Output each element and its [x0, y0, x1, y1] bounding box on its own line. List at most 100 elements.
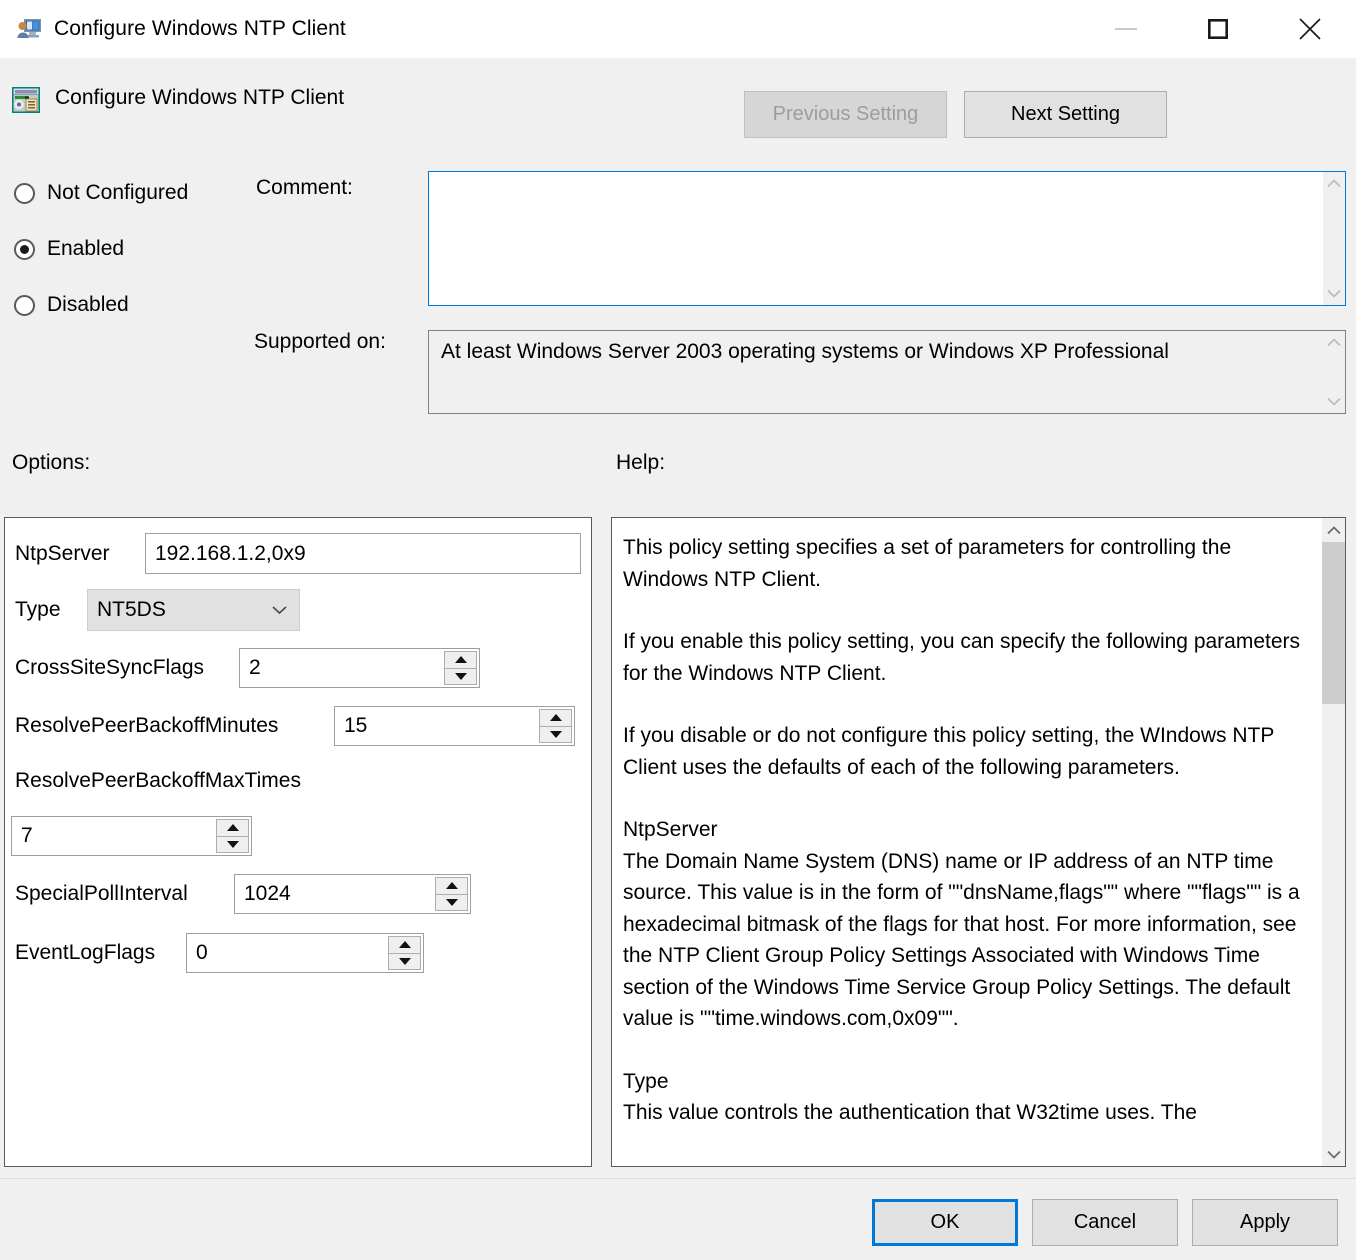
radio-indicator — [14, 239, 35, 260]
resolvepeerbackoffminutes-stepper[interactable]: 15 — [334, 706, 575, 746]
option-type: Type NT5DS — [15, 589, 300, 631]
help-paragraph: If you disable or do not configure this … — [623, 720, 1308, 783]
chevron-down-icon — [1327, 1150, 1341, 1159]
radio-label: Not Configured — [47, 181, 188, 205]
comment-value[interactable] — [429, 172, 1323, 305]
stepper-up-button[interactable] — [388, 936, 421, 954]
stepper-down-button[interactable] — [435, 895, 468, 912]
comment-scrollbar[interactable] — [1323, 172, 1345, 305]
option-ntpserver: NtpServer 192.168.1.2,0x9 — [15, 533, 581, 574]
apply-button[interactable]: Apply — [1192, 1199, 1338, 1246]
help-paragraph: This policy setting specifies a set of p… — [623, 532, 1308, 595]
title-bar: Configure Windows NTP Client — [0, 0, 1356, 58]
resolvepeerbackoffminutes-label: ResolvePeerBackoffMinutes — [15, 714, 324, 738]
help-scrollbar[interactable] — [1322, 518, 1345, 1166]
comment-textarea[interactable] — [428, 171, 1346, 306]
crosssitesyncflags-label: CrossSiteSyncFlags — [15, 656, 229, 680]
footer-divider — [0, 1178, 1356, 1179]
stepper-buttons — [216, 819, 249, 853]
scroll-track[interactable] — [1322, 542, 1345, 1142]
stepper-down-button[interactable] — [444, 669, 477, 686]
help-paragraph: If you enable this policy setting, you c… — [623, 626, 1308, 689]
close-icon[interactable] — [1264, 0, 1356, 58]
chevron-up-icon — [1327, 526, 1341, 535]
dialog-buttons: OK Cancel Apply — [872, 1199, 1338, 1246]
policy-setting-icon — [11, 86, 41, 114]
chevron-up-icon — [1327, 338, 1341, 347]
stepper-buttons — [444, 651, 477, 685]
radio-indicator — [14, 183, 35, 204]
chevron-up-icon — [1327, 179, 1341, 188]
comment-label: Comment: — [256, 176, 353, 200]
crosssitesyncflags-stepper[interactable]: 2 — [239, 648, 480, 688]
stepper-down-button[interactable] — [388, 954, 421, 971]
radio-not-configured[interactable]: Not Configured — [14, 181, 188, 205]
stepper-up-button[interactable] — [216, 819, 249, 837]
option-resolvepeerbackoffminutes: ResolvePeerBackoffMinutes 15 — [15, 706, 575, 746]
ntpserver-label: NtpServer — [15, 542, 138, 566]
setting-navigation: Previous Setting Next Setting — [744, 91, 1167, 138]
help-panel: This policy setting specifies a set of p… — [611, 517, 1346, 1167]
window-title: Configure Windows NTP Client — [54, 17, 346, 41]
type-value: NT5DS — [97, 598, 166, 622]
stepper-up-button[interactable] — [435, 877, 468, 895]
radio-label: Enabled — [47, 237, 124, 261]
radio-disabled[interactable]: Disabled — [14, 293, 129, 317]
help-paragraph: This value controls the authentication t… — [623, 1097, 1308, 1129]
previous-setting-button[interactable]: Previous Setting — [744, 91, 947, 138]
ntpserver-input[interactable]: 192.168.1.2,0x9 — [145, 533, 581, 574]
minimize-button[interactable] — [1080, 0, 1172, 58]
help-label: Help: — [616, 451, 665, 475]
options-label: Options: — [12, 451, 90, 475]
options-panel: NtpServer 192.168.1.2,0x9 Type NT5DS Cro… — [4, 517, 592, 1167]
scroll-down-button[interactable] — [1322, 1142, 1345, 1166]
stepper-up-button[interactable] — [539, 709, 572, 727]
chevron-down-icon — [1327, 397, 1341, 406]
resolvepeerbackoffminutes-value[interactable]: 15 — [335, 707, 539, 745]
eventlogflags-stepper[interactable]: 0 — [186, 933, 424, 973]
supported-on-value: At least Windows Server 2003 operating s… — [429, 331, 1323, 413]
specialpollinterval-label: SpecialPollInterval — [15, 882, 224, 906]
help-heading: NtpServer — [623, 814, 1308, 846]
eventlogflags-label: EventLogFlags — [15, 941, 176, 965]
help-text: This policy setting specifies a set of p… — [612, 518, 1322, 1166]
stepper-buttons — [388, 936, 421, 970]
maximize-button[interactable] — [1172, 0, 1264, 58]
crosssitesyncflags-value[interactable]: 2 — [240, 649, 444, 687]
scroll-up-button[interactable] — [1322, 518, 1345, 542]
specialpollinterval-value[interactable]: 1024 — [235, 875, 435, 913]
stepper-down-button[interactable] — [539, 727, 572, 744]
option-crosssitesyncflags: CrossSiteSyncFlags 2 — [15, 648, 480, 688]
resolvepeerbackoffmaxtimes-stepper[interactable]: 7 — [11, 816, 252, 856]
ok-button[interactable]: OK — [872, 1199, 1018, 1246]
stepper-buttons — [435, 877, 468, 911]
option-resolvepeerbackoffmaxtimes-label-row: ResolvePeerBackoffMaxTimes — [15, 769, 301, 793]
radio-enabled[interactable]: Enabled — [14, 237, 124, 261]
eventlogflags-value[interactable]: 0 — [187, 934, 388, 972]
supported-on-field: At least Windows Server 2003 operating s… — [428, 330, 1346, 414]
cancel-button[interactable]: Cancel — [1032, 1199, 1178, 1246]
radio-indicator — [14, 295, 35, 316]
radio-label: Disabled — [47, 293, 129, 317]
scroll-thumb[interactable] — [1322, 542, 1345, 704]
window-controls — [1080, 0, 1356, 58]
next-setting-button[interactable]: Next Setting — [964, 91, 1167, 138]
chevron-down-icon — [1327, 289, 1341, 298]
setting-title: Configure Windows NTP Client — [55, 86, 344, 110]
help-heading: Type — [623, 1066, 1308, 1098]
computer-user-icon — [16, 17, 42, 41]
stepper-up-button[interactable] — [444, 651, 477, 669]
resolvepeerbackoffmaxtimes-value[interactable]: 7 — [12, 817, 216, 855]
resolvepeerbackoffmaxtimes-label: ResolvePeerBackoffMaxTimes — [15, 769, 301, 793]
type-label: Type — [15, 598, 80, 622]
stepper-down-button[interactable] — [216, 837, 249, 854]
type-dropdown[interactable]: NT5DS — [87, 589, 300, 631]
option-eventlogflags: EventLogFlags 0 — [15, 933, 424, 973]
option-resolvepeerbackoffmaxtimes: 7 — [11, 816, 252, 856]
supported-on-label: Supported on: — [254, 330, 386, 354]
specialpollinterval-stepper[interactable]: 1024 — [234, 874, 471, 914]
help-paragraph: The Domain Name System (DNS) name or IP … — [623, 846, 1308, 1035]
stepper-buttons — [539, 709, 572, 743]
option-specialpollinterval: SpecialPollInterval 1024 — [15, 874, 471, 914]
supported-on-scrollbar[interactable] — [1323, 331, 1345, 413]
